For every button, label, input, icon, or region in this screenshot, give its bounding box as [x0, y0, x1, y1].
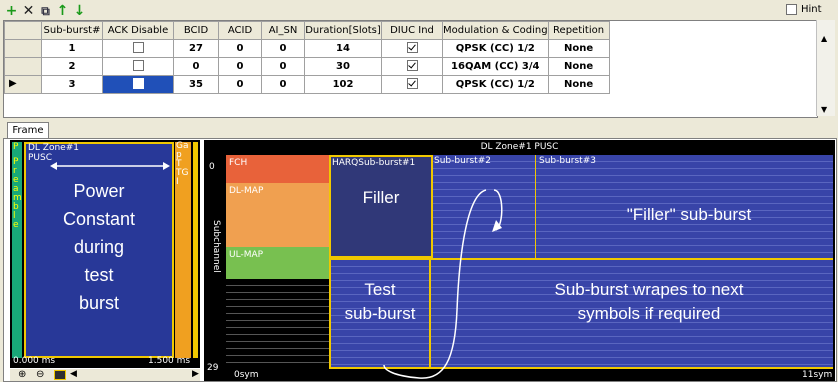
- hint-toggle[interactable]: Hint: [786, 4, 822, 15]
- power-constant-text: Power Constant during test burst: [62, 181, 136, 313]
- width-arrow-icon: [50, 162, 170, 170]
- mini-controls: ⊕ ⊖ ◀ ▶: [10, 369, 200, 381]
- gap-ttg-column: Ga p T TG I: [175, 142, 191, 358]
- col-ack-disable[interactable]: ACK Disable: [102, 21, 174, 40]
- col-bcid[interactable]: BCID: [173, 21, 219, 40]
- wrap-arrow-icon: [383, 189, 503, 379]
- move-up-icon[interactable]: ↑: [55, 3, 70, 18]
- ack-checkbox[interactable]: [132, 59, 144, 71]
- zoom-in-icon[interactable]: ⊕: [18, 369, 26, 380]
- table-scrollbar[interactable]: ▲ ▼: [816, 20, 835, 116]
- row-header-current[interactable]: ▶: [4, 75, 42, 94]
- row-header[interactable]: [4, 57, 42, 76]
- current-row-arrow-icon: ▶: [9, 78, 17, 89]
- cell-bcid[interactable]: 27: [173, 39, 219, 58]
- frame-overview: P Preamble DL Zone#1 PUSC Power Constant…: [10, 140, 200, 368]
- scroll-right-icon[interactable]: ▶: [192, 369, 199, 379]
- cell-modulation[interactable]: 16QAM (CC) 3/4: [442, 57, 549, 76]
- row-header[interactable]: [4, 39, 42, 58]
- cell-ack[interactable]: [102, 39, 174, 58]
- scroll-left-icon[interactable]: ◀: [70, 369, 77, 379]
- cell-modulation[interactable]: QPSK (CC) 1/2: [442, 75, 549, 94]
- cell-repetition[interactable]: None: [547, 39, 610, 58]
- scroll-up-icon[interactable]: ▲: [821, 34, 827, 43]
- time-end-label: 1.500 ms: [148, 356, 191, 366]
- cell-acid[interactable]: 0: [218, 57, 262, 76]
- cell-ack[interactable]: [102, 57, 174, 76]
- time-start-label: 0.000 ms: [13, 356, 56, 366]
- cell-duration[interactable]: 14: [304, 39, 382, 58]
- col-acid[interactable]: ACID: [218, 21, 262, 40]
- col-diuc-ind[interactable]: DIUC Ind: [381, 21, 443, 40]
- cell-ai-sn[interactable]: 0: [261, 57, 305, 76]
- table-row[interactable]: 1 27 0 0 14 QPSK (CC) 1/2 None: [4, 39, 610, 58]
- subburst-table: Sub-burst# ACK Disable BCID ACID AI_SN D…: [3, 20, 818, 118]
- cell-diuc[interactable]: [381, 75, 443, 94]
- mini-pusc-label: PUSC: [28, 153, 53, 163]
- cell-duration[interactable]: 102: [304, 75, 382, 94]
- cell-diuc[interactable]: [381, 57, 443, 76]
- row-header-corner: [4, 21, 42, 40]
- cell-subburst[interactable]: 3: [41, 75, 103, 94]
- preamble-p-label: P: [13, 142, 19, 152]
- ack-checkbox[interactable]: [132, 77, 144, 89]
- preamble-column: P Preamble: [12, 142, 22, 358]
- diuc-checkbox[interactable]: [406, 77, 418, 89]
- copy-icon[interactable]: ⧉: [38, 3, 53, 18]
- ack-checkbox[interactable]: [132, 41, 144, 53]
- fit-icon[interactable]: [54, 370, 66, 380]
- hint-label: Hint: [801, 4, 822, 15]
- cell-repetition[interactable]: None: [547, 75, 610, 94]
- col-subburst[interactable]: Sub-burst#: [41, 21, 103, 40]
- cell-subburst[interactable]: 1: [41, 39, 103, 58]
- cell-bcid[interactable]: 35: [173, 75, 219, 94]
- cell-diuc[interactable]: [381, 39, 443, 58]
- cell-modulation[interactable]: QPSK (CC) 1/2: [442, 39, 549, 58]
- diuc-checkbox[interactable]: [406, 59, 418, 71]
- cell-ai-sn[interactable]: 0: [261, 75, 305, 94]
- dl-zone-chart: DL Zone#1 PUSC 0 29 Subchannel FCH DL-MA…: [204, 140, 835, 381]
- gap-label: Ga p T TG I: [176, 141, 189, 187]
- table-row[interactable]: 2 0 0 0 30 16QAM (CC) 3/4 None: [4, 57, 610, 76]
- add-icon[interactable]: +: [4, 3, 19, 18]
- cell-acid[interactable]: 0: [218, 39, 262, 58]
- move-down-icon[interactable]: ↓: [72, 3, 87, 18]
- tab-frame[interactable]: Frame: [7, 122, 49, 139]
- cell-acid[interactable]: 0: [218, 75, 262, 94]
- col-ai-sn[interactable]: AI_SN: [261, 21, 305, 40]
- delete-icon[interactable]: ✕: [21, 3, 36, 18]
- col-repetition[interactable]: Repetition: [547, 21, 610, 40]
- x-start-label: 0sym: [234, 370, 259, 380]
- hint-checkbox[interactable]: [786, 4, 797, 15]
- cell-ai-sn[interactable]: 0: [261, 39, 305, 58]
- table-header: Sub-burst# ACK Disable BCID ACID AI_SN D…: [4, 21, 610, 40]
- col-duration[interactable]: Duration[Slots]: [304, 21, 382, 40]
- ttg-strip: [193, 142, 198, 358]
- cell-bcid[interactable]: 0: [173, 57, 219, 76]
- zoom-out-icon[interactable]: ⊖: [36, 369, 44, 380]
- cell-ack[interactable]: [102, 75, 174, 94]
- cell-repetition[interactable]: None: [547, 57, 610, 76]
- cell-subburst[interactable]: 2: [41, 57, 103, 76]
- cell-duration[interactable]: 30: [304, 57, 382, 76]
- mini-zone-label: DL Zone#1: [28, 143, 79, 153]
- table-row[interactable]: ▶ 3 35 0 0 102 QPSK (CC) 1/2 None: [4, 75, 610, 94]
- x-end-label: 11sym: [802, 370, 833, 380]
- scroll-down-icon[interactable]: ▼: [821, 105, 827, 114]
- preamble-label: Preamble: [13, 157, 22, 230]
- diuc-checkbox[interactable]: [406, 41, 418, 53]
- col-modulation[interactable]: Modulation & Coding: [442, 21, 549, 40]
